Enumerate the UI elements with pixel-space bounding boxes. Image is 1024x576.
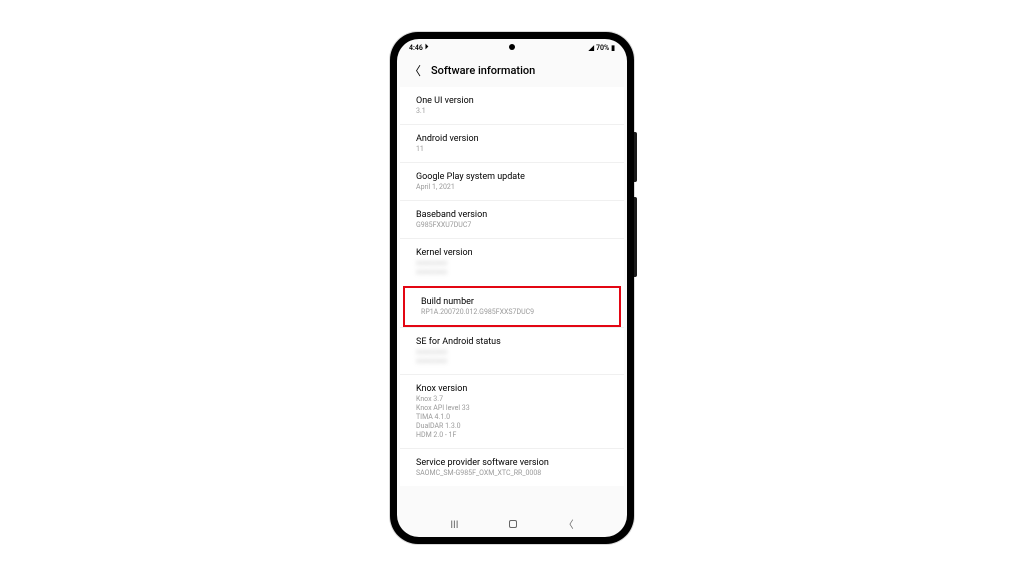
item-title: Kernel version <box>416 248 608 258</box>
item-value: Knox 3.7 Knox API level 33 TIMA 4.1.0 Du… <box>416 395 608 440</box>
baseband-version-item[interactable]: Baseband version G985FXXU7DUC7 <box>400 200 624 238</box>
status-time: 4:46 <box>409 44 423 52</box>
screen: 4:46 ⏵ ◢ 70% ▮ 〈 Software information On… <box>397 39 627 537</box>
recent-apps-button[interactable]: III <box>450 520 462 528</box>
item-title: Baseband version <box>416 210 608 220</box>
item-value: RP1A.200720.012.G985FXXS7DUC9 <box>421 308 603 317</box>
header: 〈 Software information <box>397 54 627 87</box>
build-number-item[interactable]: Build number RP1A.200720.012.G985FXXS7DU… <box>403 286 621 327</box>
item-title: Service provider software version <box>416 458 608 468</box>
navigation-bar: III 〈 <box>397 508 627 537</box>
battery-icon: ▮ <box>611 44 615 52</box>
kernel-version-item[interactable]: Kernel version xxxxxxxxxxxxxxxxxx <box>400 238 624 285</box>
item-value: SAOMC_SM-G985F_OXM_XTC_RR_0008 <box>416 469 608 478</box>
content[interactable]: One UI version 3.1 Android version 11 Go… <box>397 87 627 508</box>
item-value: April 1, 2021 <box>416 183 608 192</box>
volume-button <box>634 132 637 182</box>
camera-cutout <box>509 44 515 50</box>
item-value: xxxxxxxxxxxxxxxxxx <box>416 259 608 277</box>
item-value: 3.1 <box>416 107 608 116</box>
page-title: Software information <box>431 64 535 77</box>
power-button <box>634 197 637 277</box>
phone-frame: 4:46 ⏵ ◢ 70% ▮ 〈 Software information On… <box>390 32 634 544</box>
back-icon[interactable]: 〈 <box>409 62 421 79</box>
item-title: Build number <box>421 297 603 307</box>
se-android-status-item[interactable]: SE for Android status xxxxxxxxxxxxxxxxxx <box>400 327 624 374</box>
item-value: xxxxxxxxxxxxxxxxxx <box>416 348 608 366</box>
battery-pct: 70% <box>596 44 609 52</box>
one-ui-version-item[interactable]: One UI version 3.1 <box>400 87 624 124</box>
item-value: G985FXXU7DUC7 <box>416 221 608 230</box>
item-title: SE for Android status <box>416 337 608 347</box>
item-title: Google Play system update <box>416 172 608 182</box>
item-value: 11 <box>416 145 608 154</box>
item-title: Knox version <box>416 384 608 394</box>
item-title: One UI version <box>416 96 608 106</box>
charging-icon: ⏵ <box>425 43 429 52</box>
home-button[interactable] <box>509 520 517 528</box>
android-version-item[interactable]: Android version 11 <box>400 124 624 162</box>
knox-version-item[interactable]: Knox version Knox 3.7 Knox API level 33 … <box>400 374 624 448</box>
item-title: Android version <box>416 134 608 144</box>
service-provider-version-item[interactable]: Service provider software version SAOMC_… <box>400 448 624 486</box>
signal-icon: ◢ <box>589 44 594 52</box>
back-button[interactable]: 〈 <box>564 516 574 531</box>
play-system-update-item[interactable]: Google Play system update April 1, 2021 <box>400 162 624 200</box>
software-info-list: One UI version 3.1 Android version 11 Go… <box>400 87 624 486</box>
